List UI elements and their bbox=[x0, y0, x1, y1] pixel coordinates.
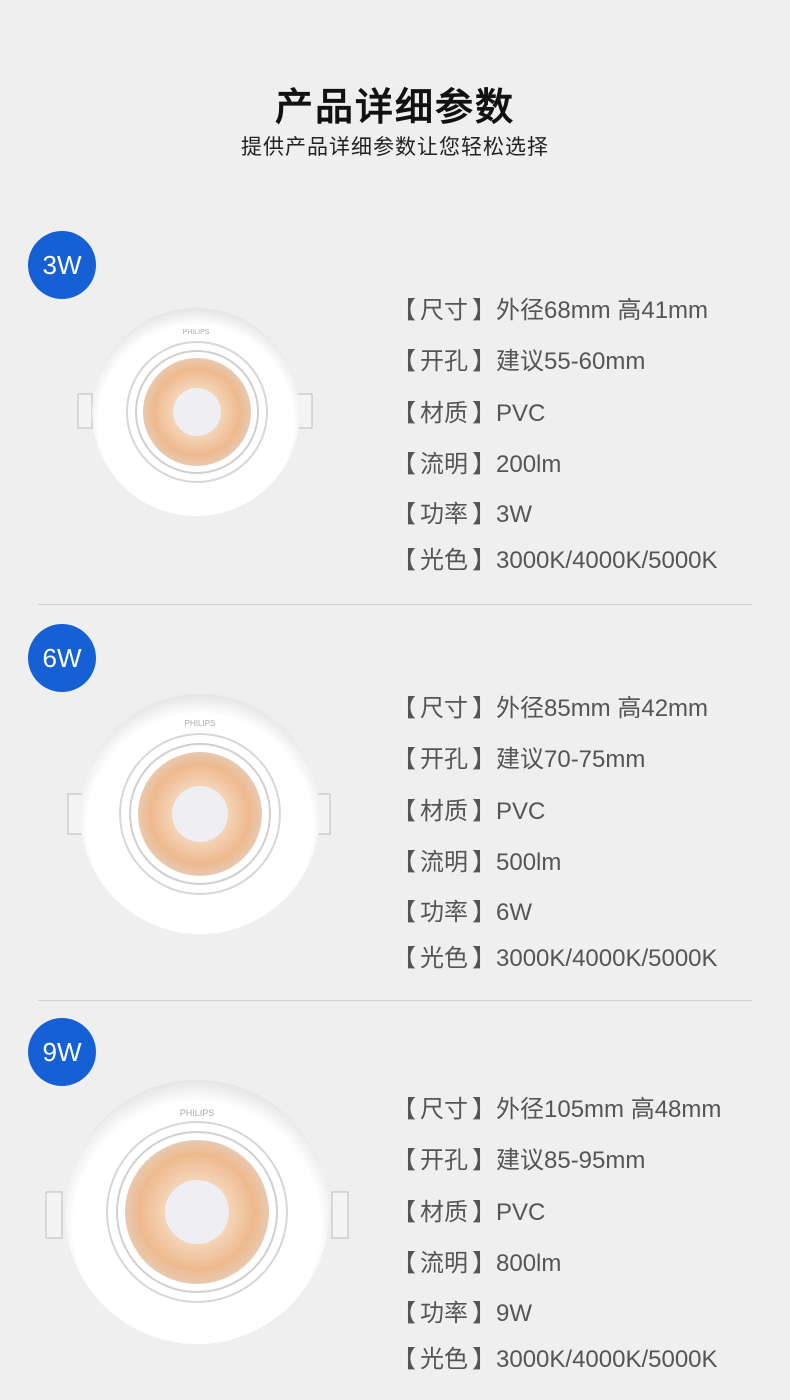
brand-logo: PHILIPS bbox=[180, 1108, 215, 1118]
wattage-badge-9w: 9W bbox=[28, 1018, 96, 1086]
brand-logo: PHILIPS bbox=[185, 719, 216, 728]
spec-row-size: 【尺寸 】外径68mm 高41mm bbox=[392, 297, 709, 324]
wattage-badge-6w: 6W bbox=[28, 624, 96, 692]
section-divider bbox=[38, 604, 752, 605]
downlight-3w-image: PHILIPS bbox=[77, 308, 313, 516]
spec-row-power: 【功率 】3W bbox=[392, 501, 532, 528]
downlight-6w-image: PHILIPS bbox=[67, 694, 331, 934]
spec-row-power: 【功率 】6W bbox=[392, 899, 532, 926]
spec-row-material: 【材质 】PVC bbox=[392, 1199, 546, 1226]
wattage-badge-3w: 3W bbox=[28, 231, 96, 299]
page-title: 产品详细参数 bbox=[274, 85, 515, 129]
brand-logo: PHILIPS bbox=[183, 329, 210, 336]
spec-row-hole: 【开孔 】建议85-95mm bbox=[392, 1147, 646, 1174]
downlight-9w-image: PHILIPS bbox=[45, 1080, 349, 1344]
spec-row-size: 【尺寸 】外径85mm 高42mm bbox=[392, 695, 709, 722]
spec-row-material: 【材质 】PVC bbox=[392, 400, 546, 427]
spec-row-material: 【材质 】PVC bbox=[392, 798, 546, 825]
spec-row-lumen: 【流明 】200lm bbox=[392, 451, 562, 478]
section-divider bbox=[38, 1000, 752, 1001]
spec-row-lumen: 【流明 】500lm bbox=[392, 849, 562, 876]
spec-row-color-temp: 【光色 】3000K/4000K/5000K bbox=[392, 945, 718, 972]
spec-row-color-temp: 【光色 】3000K/4000K/5000K bbox=[392, 1346, 718, 1373]
spec-row-lumen: 【流明 】800lm bbox=[392, 1250, 562, 1277]
spec-row-size: 【尺寸 】外径105mm 高48mm bbox=[392, 1096, 722, 1123]
page-subtitle: 提供产品详细参数让您轻松选择 bbox=[241, 135, 549, 159]
spec-row-power: 【功率 】9W bbox=[392, 1300, 532, 1327]
spec-row-hole: 【开孔 】建议70-75mm bbox=[392, 746, 646, 773]
spec-row-hole: 【开孔 】建议55-60mm bbox=[392, 348, 646, 375]
spec-row-color-temp: 【光色 】3000K/4000K/5000K bbox=[392, 547, 718, 574]
